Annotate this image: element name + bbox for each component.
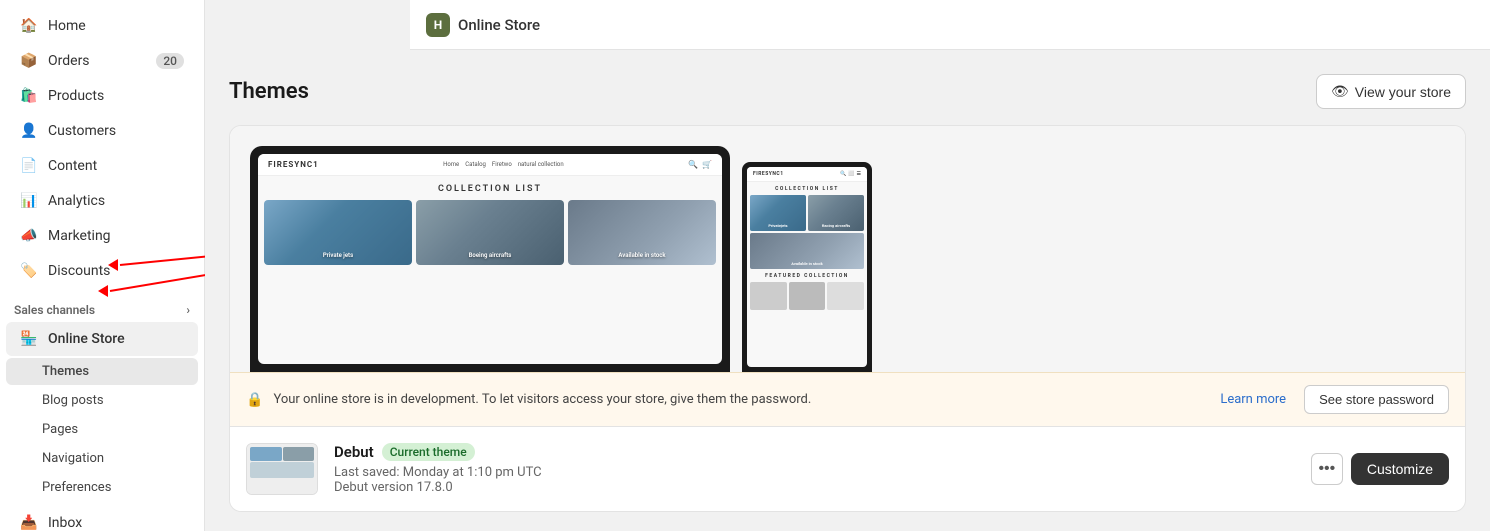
theme-info: Debut Current theme Last saved: Monday a…: [334, 443, 1295, 495]
sidebar-sub-blog-label: Blog posts: [42, 393, 104, 408]
sidebar-item-marketing[interactable]: 📣 Marketing: [6, 219, 198, 253]
theme-list-item: Debut Current theme Last saved: Monday a…: [230, 426, 1465, 511]
theme-preview-card: FIRESYNC1 Home Catalog Firetwo natural c…: [229, 125, 1466, 512]
sidebar-sub-item-navigation[interactable]: Navigation: [6, 445, 198, 472]
theme-actions: ••• Customize: [1311, 453, 1449, 485]
sidebar-item-products-label: Products: [48, 88, 104, 104]
topbar-title: Online Store: [458, 16, 540, 34]
eye-icon: 👁: [1331, 83, 1349, 100]
mock-section-title-small: COLLECTION LIST: [747, 182, 867, 195]
customers-icon: 👤: [20, 122, 38, 140]
mock-small-racing: Racing aircrafts: [808, 195, 864, 231]
sidebar-item-customers-label: Customers: [48, 123, 116, 139]
sidebar-item-online-store[interactable]: 🏪 Online Store: [6, 322, 198, 356]
sidebar-sub-nav-label: Navigation: [42, 451, 104, 466]
mock-grid-label-stock: Available in stock: [568, 252, 716, 259]
theme-name: Debut: [334, 443, 374, 461]
home-icon: 🏠: [20, 17, 38, 35]
sidebar-sub-pages-label: Pages: [42, 422, 78, 437]
marketing-icon: 📣: [20, 227, 38, 245]
sidebar-item-content[interactable]: 📄 Content: [6, 149, 198, 183]
mock-small-stock: Available in stock: [750, 233, 864, 269]
mock-grid-label-jets: Private jets: [264, 252, 412, 259]
mock-small-jets: Privatejets: [750, 195, 806, 231]
current-theme-badge: Current theme: [382, 443, 475, 461]
see-store-password-button[interactable]: See store password: [1304, 385, 1449, 414]
mock-brand-small: FIRESYNC1: [753, 171, 784, 177]
sales-channels-arrow: ›: [186, 303, 190, 317]
mock-nav-small: FIRESYNC1 🔍 ⬜ ☰: [747, 167, 867, 182]
sidebar-item-content-label: Content: [48, 158, 97, 174]
mock-grid: Private jets Boeing aircrafts Available …: [258, 200, 722, 265]
sidebar-item-orders-label: Orders: [48, 53, 90, 69]
lock-icon: 🔒: [246, 392, 263, 408]
sidebar-item-inbox[interactable]: 📥 Inbox: [6, 506, 198, 531]
online-store-icon: 🏪: [20, 330, 38, 348]
main-content: Themes 👁 View your store FIRESYNC1 Home …: [205, 50, 1490, 531]
analytics-icon: 📊: [20, 192, 38, 210]
theme-thumbnail: [246, 443, 318, 495]
theme-version: Debut version 17.8.0: [334, 480, 1295, 495]
sidebar-item-discounts-label: Discounts: [48, 263, 110, 279]
sidebar-sub-item-blog-posts[interactable]: Blog posts: [6, 387, 198, 414]
sidebar-item-inbox-label: Inbox: [48, 515, 82, 531]
sales-channels-section: Sales channels ›: [0, 293, 204, 321]
mock-grid-small: Privatejets Racing aircrafts Available i…: [747, 195, 867, 269]
tablet-preview-small: FIRESYNC1 🔍 ⬜ ☰ COLLECTION LIST Privatej…: [742, 162, 872, 372]
page-header: Themes 👁 View your store: [229, 74, 1466, 109]
tablet-screen-small: FIRESYNC1 🔍 ⬜ ☰ COLLECTION LIST Privatej…: [747, 167, 867, 367]
customize-button[interactable]: Customize: [1351, 453, 1449, 485]
sidebar-item-analytics-label: Analytics: [48, 193, 105, 209]
products-icon: 🛍️: [20, 87, 38, 105]
mock-grid-item-boeing: Boeing aircrafts: [416, 200, 564, 265]
mock-grid-label-boeing: Boeing aircrafts: [416, 252, 564, 259]
sidebar-item-customers[interactable]: 👤 Customers: [6, 114, 198, 148]
orders-badge: 20: [156, 53, 184, 69]
sidebar-item-home-label: Home: [48, 18, 86, 34]
sidebar-item-products[interactable]: 🛍️ Products: [6, 79, 198, 113]
orders-icon: 📦: [20, 52, 38, 70]
discounts-icon: 🏷️: [20, 262, 38, 280]
view-store-button[interactable]: 👁 View your store: [1316, 74, 1466, 109]
mock-nav-large: FIRESYNC1 Home Catalog Firetwo natural c…: [258, 154, 722, 176]
learn-more-link[interactable]: Learn more: [1220, 392, 1286, 407]
sidebar-sub-themes-label: Themes: [42, 364, 89, 379]
theme-last-saved: Last saved: Monday at 1:10 pm UTC: [334, 465, 1295, 480]
sidebar-item-marketing-label: Marketing: [48, 228, 111, 244]
sidebar-item-home[interactable]: 🏠 Home: [6, 9, 198, 43]
sidebar: 🏠 Home 📦 Orders 20 🛍️ Products 👤 Custome…: [0, 0, 205, 531]
theme-more-button[interactable]: •••: [1311, 453, 1343, 485]
sidebar-item-online-store-label: Online Store: [48, 331, 125, 347]
tablet-screen-large: FIRESYNC1 Home Catalog Firetwo natural c…: [258, 154, 722, 364]
sidebar-sub-item-preferences[interactable]: Preferences: [6, 474, 198, 501]
sidebar-sub-item-pages[interactable]: Pages: [6, 416, 198, 443]
sales-channels-label: Sales channels: [14, 303, 95, 317]
sidebar-item-analytics[interactable]: 📊 Analytics: [6, 184, 198, 218]
sidebar-sub-prefs-label: Preferences: [42, 480, 111, 495]
mock-nav-icons: 🔍 🛒: [688, 160, 712, 169]
content-icon: 📄: [20, 157, 38, 175]
theme-preview-inner: FIRESYNC1 Home Catalog Firetwo natural c…: [230, 126, 1465, 372]
mock-nav-icons-small: 🔍 ⬜ ☰: [840, 171, 861, 177]
topbar-store-icon: H: [426, 13, 450, 37]
topbar: H Online Store: [410, 0, 1490, 50]
sidebar-sub-item-themes[interactable]: Themes: [6, 358, 198, 385]
mock-featured-grid-small: [747, 282, 867, 310]
mock-section-title: COLLECTION LIST: [258, 176, 722, 200]
tablet-preview-large: FIRESYNC1 Home Catalog Firetwo natural c…: [250, 146, 730, 372]
mock-brand: FIRESYNC1: [268, 160, 319, 169]
sidebar-item-discounts[interactable]: 🏷️ Discounts: [6, 254, 198, 288]
mock-grid-item-stock: Available in stock: [568, 200, 716, 265]
page-title: Themes: [229, 79, 309, 104]
theme-name-row: Debut Current theme: [334, 443, 1295, 461]
sidebar-item-orders[interactable]: 📦 Orders 20: [6, 44, 198, 78]
alert-banner: 🔒 Your online store is in development. T…: [230, 372, 1465, 426]
mock-grid-item-jets: Private jets: [264, 200, 412, 265]
inbox-icon: 📥: [20, 514, 38, 531]
alert-text: Your online store is in development. To …: [273, 392, 1210, 407]
mock-nav-links: Home Catalog Firetwo natural collection: [443, 161, 564, 168]
mock-featured-title-small: FEATURED COLLECTION: [747, 269, 867, 282]
